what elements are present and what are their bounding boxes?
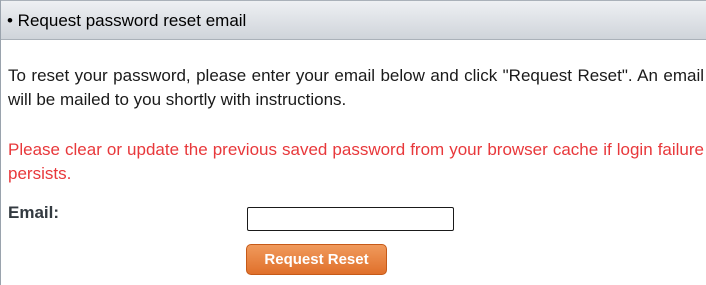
email-label: Email: [8,203,60,222]
panel-header: • Request password reset email [1,0,706,40]
reset-instructions: To reset your password, please enter you… [8,66,704,109]
request-reset-button[interactable]: Request Reset [246,244,387,275]
email-field[interactable] [247,207,454,231]
password-reset-panel: • Request password reset email To reset … [0,0,706,285]
cache-warning-message: Please clear or update the previous save… [8,140,704,183]
panel-title: • Request password reset email [7,11,247,30]
